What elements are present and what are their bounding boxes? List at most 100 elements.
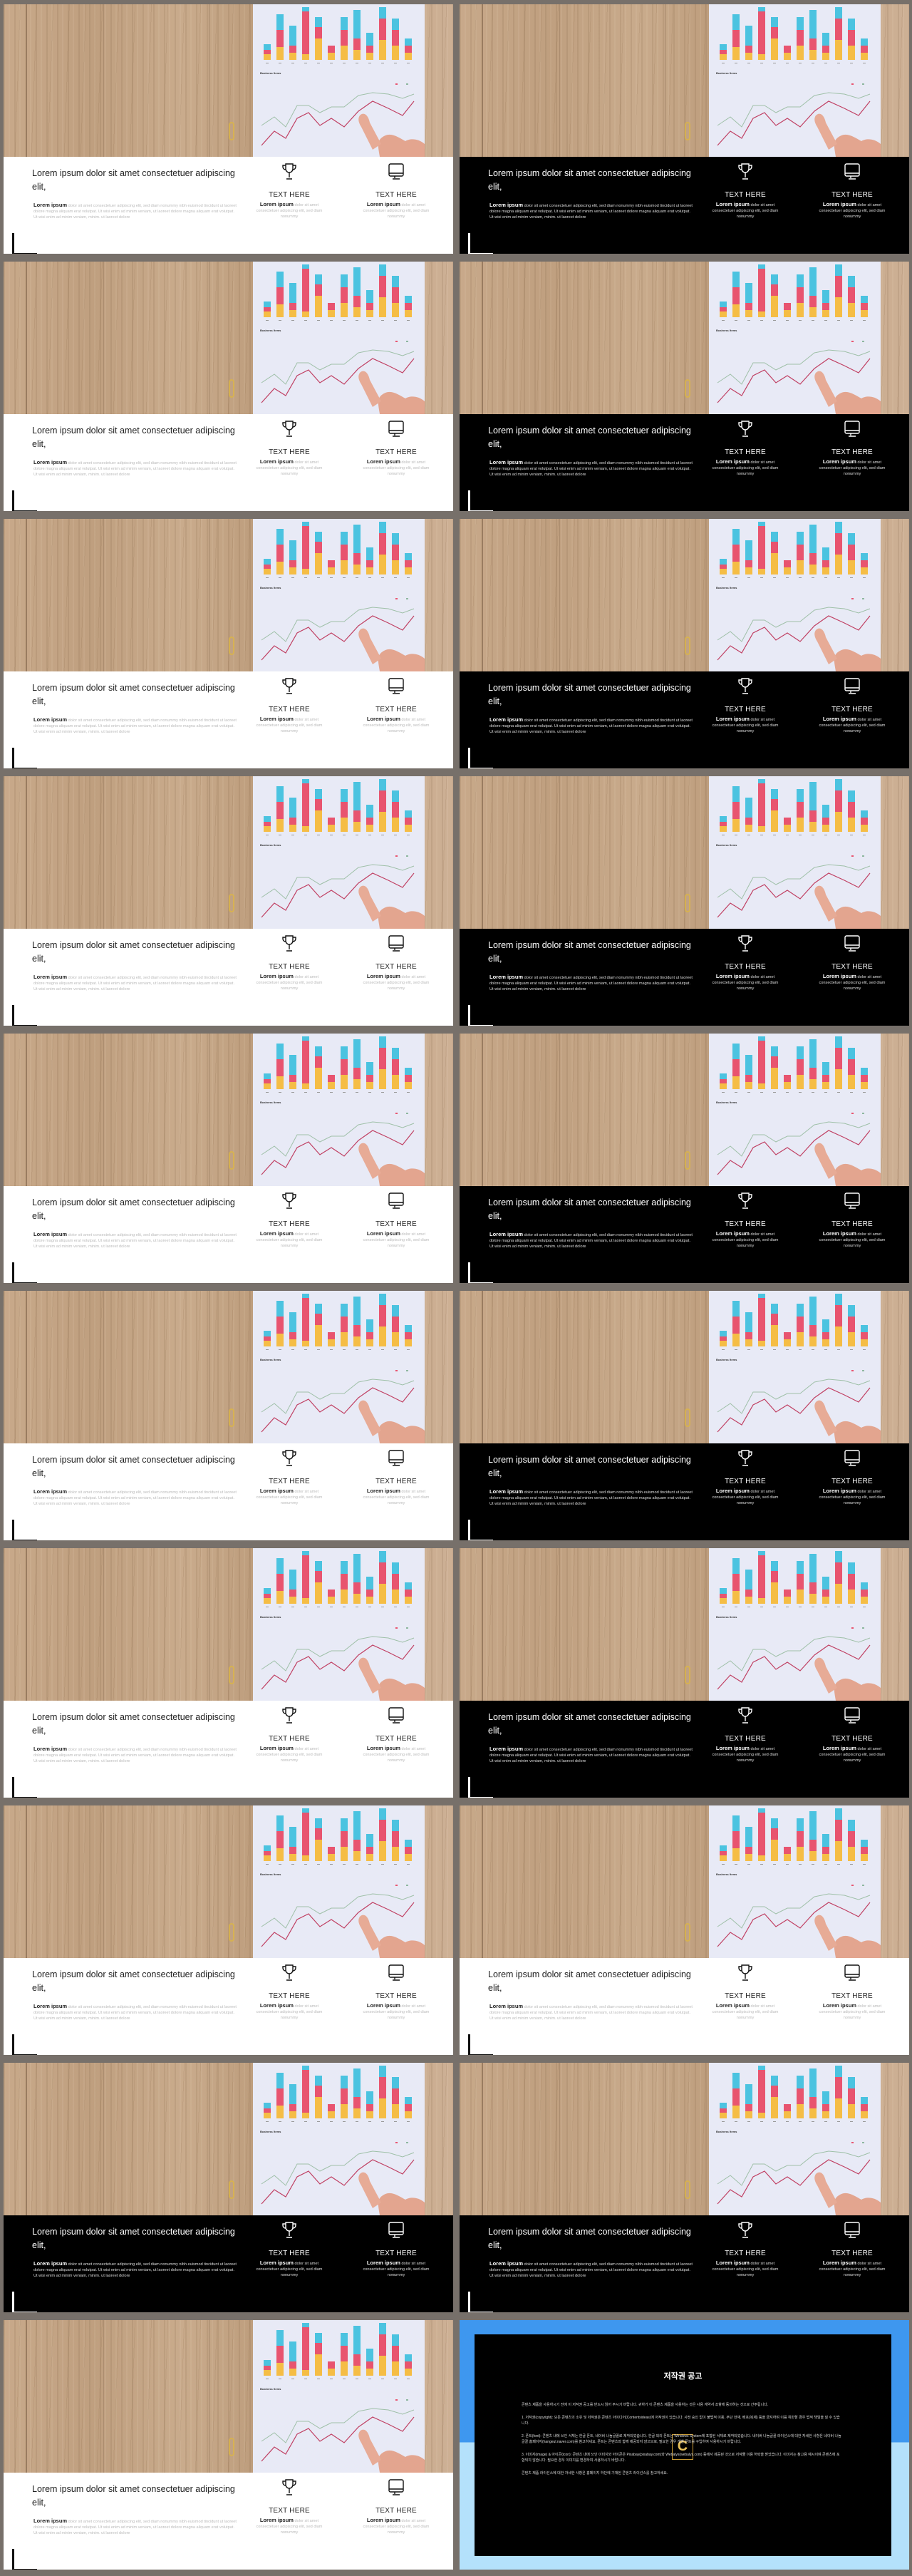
photo-bar bbox=[848, 30, 855, 46]
photo-bar bbox=[366, 818, 373, 825]
feature-column: TEXT HERE Lorem ipsum dolor sit amet con… bbox=[353, 1706, 439, 1763]
slide-thumbnail[interactable]: Business Items Lorem ipsum dolor sit ame… bbox=[460, 1548, 909, 1798]
photo-bar bbox=[315, 296, 322, 317]
slide-thumbnail[interactable]: Business Items Lorem ipsum dolor sit ame… bbox=[4, 4, 453, 254]
photo-bar bbox=[276, 1591, 284, 1604]
slide-thumbnail[interactable]: Business Items Lorem ipsum dolor sit ame… bbox=[460, 1291, 909, 1540]
photo-bar bbox=[302, 1294, 309, 1298]
feature-column: TEXT HERE Lorem ipsum dolor sit amet con… bbox=[809, 677, 895, 734]
slide-thumbnail[interactable]: Business Items Lorem ipsum dolor sit ame… bbox=[460, 776, 909, 1026]
photo-bar bbox=[392, 287, 399, 303]
photo-bar bbox=[835, 297, 842, 317]
photo-bar bbox=[758, 1083, 765, 1089]
photo-bar bbox=[353, 307, 361, 317]
feature-heading: TEXT HERE bbox=[725, 1735, 766, 1743]
paperclip-image bbox=[229, 379, 234, 398]
feature-text: Lorem ipsum dolor sit amet consectetuer … bbox=[712, 716, 779, 734]
corner-bracket-decoration bbox=[12, 1520, 37, 1540]
slide-copyright-notice[interactable]: 저작권 공고 C 콘텐츠 제품을 사용하시기 전에 이 저작권 공고를 반드시 … bbox=[460, 2320, 909, 2570]
slide-thumbnail[interactable]: Business Items Lorem ipsum dolor sit ame… bbox=[4, 1034, 453, 1283]
photo-bar bbox=[784, 1597, 791, 1604]
wood-desk-photo: Business Items bbox=[4, 1034, 453, 1186]
wood-desk-photo: Business Items bbox=[4, 262, 453, 414]
chart-paper-image: Business Items bbox=[709, 2063, 881, 2215]
slide-thumbnail[interactable]: Business Items Lorem ipsum dolor sit ame… bbox=[4, 519, 453, 768]
photo-bar bbox=[289, 1597, 296, 1604]
photo-bar bbox=[341, 1075, 348, 1089]
slide-thumbnail[interactable]: Business Items Lorem ipsum dolor sit ame… bbox=[4, 776, 453, 1026]
photo-bar bbox=[392, 2088, 399, 2104]
photo-bar bbox=[771, 1561, 778, 1571]
trophy-icon bbox=[703, 1706, 788, 1725]
photo-bar bbox=[315, 1582, 322, 1604]
slide-title: Lorem ipsum dolor sit amet consectetuer … bbox=[488, 1712, 691, 1736]
slide-thumbnail[interactable]: Business Items Lorem ipsum dolor sit ame… bbox=[460, 4, 909, 254]
photo-bar bbox=[302, 1298, 309, 1341]
photo-bar bbox=[276, 30, 284, 47]
photo-bar bbox=[315, 2097, 322, 2118]
photo-bar bbox=[835, 555, 842, 575]
photo-bar bbox=[341, 2088, 348, 2104]
photo-bar bbox=[379, 1584, 386, 1604]
feature-text: Lorem ipsum dolor sit amet consectetuer … bbox=[256, 2002, 323, 2021]
photo-bar bbox=[302, 2113, 309, 2118]
photo-bar bbox=[745, 46, 752, 53]
photo-bar bbox=[848, 2104, 855, 2118]
photo-bar bbox=[771, 2097, 778, 2118]
photo-bar bbox=[405, 825, 412, 832]
photo-bar bbox=[797, 789, 804, 802]
slide-body-text: Lorem ipsum dolor sit amet consectetuer … bbox=[489, 974, 693, 992]
photo-bar bbox=[276, 786, 284, 802]
slide-thumbnail[interactable]: Business Items Lorem ipsum dolor sit ame… bbox=[460, 1805, 909, 2055]
slide-thumbnail[interactable]: Business Items Lorem ipsum dolor sit ame… bbox=[4, 1548, 453, 1798]
photo-bar bbox=[720, 302, 727, 307]
feature-text: Lorem ipsum dolor sit amet consectetuer … bbox=[819, 716, 886, 734]
photo-bar bbox=[366, 1854, 373, 1861]
slide-title: Lorem ipsum dolor sit amet consectetuer … bbox=[32, 940, 235, 964]
photo-bar bbox=[405, 553, 412, 560]
photo-bar bbox=[379, 264, 386, 276]
slide-thumbnail[interactable]: Business Items Lorem ipsum dolor sit ame… bbox=[460, 2063, 909, 2312]
photo-bar bbox=[848, 818, 855, 832]
photo-bar bbox=[328, 567, 335, 575]
photo-bar bbox=[289, 798, 296, 818]
photo-bar bbox=[302, 11, 309, 54]
photo-bar bbox=[264, 54, 271, 60]
monitor-icon bbox=[353, 1449, 439, 1468]
photo-bar bbox=[720, 1331, 727, 1336]
photo-bar bbox=[379, 297, 386, 317]
photo-bar bbox=[379, 2356, 386, 2376]
photo-bar bbox=[758, 54, 765, 60]
photo-bar bbox=[720, 1594, 727, 1598]
photo-bar bbox=[366, 2111, 373, 2118]
photo-bar bbox=[341, 545, 348, 560]
photo-bar bbox=[822, 310, 829, 317]
photo-bar bbox=[720, 822, 727, 826]
slide-thumbnail[interactable]: Business Items Lorem ipsum dolor sit ame… bbox=[460, 519, 909, 768]
photo-bar bbox=[758, 1855, 765, 1861]
slide-thumbnail[interactable]: Business Items Lorem ipsum dolor sit ame… bbox=[4, 2320, 453, 2570]
chart-paper-image: Business Items bbox=[253, 776, 425, 929]
photo-bar bbox=[276, 819, 284, 832]
slide-thumbnail[interactable]: Business Items Lorem ipsum dolor sit ame… bbox=[460, 1034, 909, 1283]
paperclip-image bbox=[685, 1408, 690, 1427]
photo-bar bbox=[264, 311, 271, 317]
photo-bar bbox=[302, 2327, 309, 2370]
photo-bar bbox=[328, 2361, 335, 2369]
photo-bar bbox=[289, 1332, 296, 1339]
monitor-icon bbox=[809, 1192, 895, 1210]
feature-heading: TEXT HERE bbox=[831, 448, 873, 456]
photo-bar bbox=[353, 525, 361, 553]
slide-thumbnail[interactable]: Business Items Lorem ipsum dolor sit ame… bbox=[460, 262, 909, 511]
photo-bar bbox=[771, 810, 778, 832]
photo-bar bbox=[797, 1059, 804, 1075]
slide-thumbnail[interactable]: Business Items Lorem ipsum dolor sit ame… bbox=[4, 262, 453, 511]
slide-thumbnail[interactable]: Business Items Lorem ipsum dolor sit ame… bbox=[4, 2063, 453, 2312]
copyright-paragraph: 1. 저작권(copyright): 모든 콘텐츠의 소유 및 저작권은 콘텐츠… bbox=[522, 2415, 840, 2426]
monitor-icon bbox=[353, 1706, 439, 1725]
photo-bar bbox=[353, 2108, 361, 2118]
slide-thumbnail[interactable]: Business Items Lorem ipsum dolor sit ame… bbox=[4, 1291, 453, 1540]
trophy-icon bbox=[703, 420, 788, 438]
feature-column: TEXT HERE Lorem ipsum dolor sit amet con… bbox=[353, 1964, 439, 2021]
slide-thumbnail[interactable]: Business Items Lorem ipsum dolor sit ame… bbox=[4, 1805, 453, 2055]
